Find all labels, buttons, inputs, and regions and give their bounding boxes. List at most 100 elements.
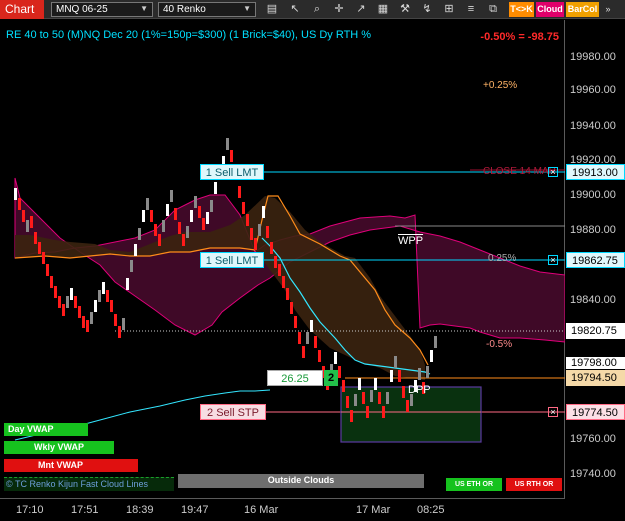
renko-brick	[146, 198, 149, 210]
chevron-down-icon: ▼	[243, 4, 251, 13]
wpp-label: WPP	[398, 235, 424, 247]
chart-title: RE 40 to 50 (M)NQ Dec 20 (1%=150p=$300) …	[6, 29, 372, 41]
cancel-sell-lmt-2-icon[interactable]: ×	[548, 255, 558, 265]
renko-brick	[70, 288, 73, 300]
time-axis[interactable]: 17:10 17:51 18:39 19:47 16 Mar 17 Mar 08…	[0, 498, 565, 521]
price-tick: 19840.00	[570, 294, 616, 306]
sell-lmt-1-order[interactable]: 1 Sell LMT	[200, 164, 264, 180]
data-box-icon[interactable]: ▦	[375, 2, 391, 17]
toolbar-overflow-button[interactable]: »	[601, 2, 615, 17]
renko-brick	[306, 332, 309, 344]
time-tick: 17:10	[16, 504, 44, 516]
renko-brick	[278, 264, 281, 276]
us-eth-or-label[interactable]: US ETH OR	[446, 478, 502, 491]
renko-brick	[210, 200, 213, 212]
dpp-label: DPP	[408, 384, 431, 396]
renko-brick	[266, 226, 269, 238]
chart-trader-icon[interactable]: ↯	[419, 2, 435, 17]
renko-brick	[398, 370, 401, 382]
day-vwap-label[interactable]: Day VWAP	[4, 423, 88, 436]
renko-brick	[378, 392, 381, 404]
renko-brick	[26, 220, 29, 232]
renko-brick	[154, 224, 157, 236]
bar-type-icon[interactable]: ▤	[264, 2, 280, 17]
renko-brick	[374, 378, 377, 390]
renko-brick	[54, 286, 57, 298]
renko-brick	[354, 394, 357, 406]
sell-stp-order[interactable]: 2 Sell STP	[200, 404, 266, 420]
price-tag-hidden: 19798.00	[566, 357, 625, 369]
renko-brick	[110, 300, 113, 312]
time-tick: 18:39	[126, 504, 154, 516]
renko-brick	[394, 356, 397, 368]
renko-brick	[258, 224, 261, 236]
tk-toggle-button[interactable]: T<>K	[509, 2, 534, 17]
outside-clouds-label[interactable]: Outside Clouds	[178, 474, 424, 488]
renko-brick	[42, 252, 45, 264]
time-tick: 08:25	[417, 504, 445, 516]
renko-brick	[50, 276, 53, 288]
renko-brick	[346, 396, 349, 408]
sell-lmt-2-order[interactable]: 1 Sell LMT	[200, 252, 264, 268]
renko-brick	[114, 314, 117, 326]
renko-brick	[246, 214, 249, 226]
renko-brick	[158, 234, 161, 246]
renko-brick	[78, 306, 81, 318]
price-tick: 19740.00	[570, 468, 616, 480]
strategies-icon[interactable]: ⚒	[397, 2, 413, 17]
renko-brick	[362, 392, 365, 404]
price-axis[interactable]: 19980.00 19960.00 19940.00 19920.00 1990…	[566, 20, 625, 498]
drawing-tool-icon[interactable]: ↗	[353, 2, 369, 17]
chevron-down-icon: ▼	[140, 4, 148, 13]
indicators-icon[interactable]: ⧉	[485, 2, 501, 17]
time-tick: 19:47	[181, 504, 209, 516]
renko-brick	[402, 386, 405, 398]
position-pnl[interactable]: 26.25	[267, 370, 323, 386]
cancel-sell-stp-icon[interactable]: ×	[548, 407, 558, 417]
zoom-icon[interactable]: ⌕	[309, 2, 325, 17]
properties-icon[interactable]: ≡	[463, 2, 479, 17]
period-select[interactable]: 40 Renko ▼	[158, 2, 256, 17]
chart-menu-button[interactable]: Chart	[0, 0, 44, 19]
templates-icon[interactable]: ⊞	[441, 2, 457, 17]
renko-brick	[130, 260, 133, 272]
renko-brick	[366, 406, 369, 418]
wkly-vwap-label[interactable]: Wkly VWAP	[4, 441, 114, 454]
us-rth-or-label[interactable]: US RTH OR	[506, 478, 562, 491]
renko-brick	[318, 350, 321, 362]
barcol-toggle-button[interactable]: BarCol	[566, 2, 599, 17]
pct-top-label: +0.25%	[483, 80, 518, 91]
renko-brick	[62, 304, 65, 316]
toolbar: Chart MNQ 06-25 ▼ 40 Renko ▼ ▤ ↖ ⌕ ✛ ↗ ▦…	[0, 0, 625, 19]
renko-brick	[226, 138, 229, 150]
renko-brick	[170, 190, 173, 202]
account-pnl: -0.50% = -98.75	[480, 31, 559, 43]
renko-brick	[34, 232, 37, 244]
renko-brick	[230, 150, 233, 162]
mnt-vwap-label[interactable]: Mnt VWAP	[4, 459, 138, 472]
cancel-sell-lmt-1-icon[interactable]: ×	[548, 167, 558, 177]
pct-low-label: -0.5%	[486, 339, 513, 350]
renko-brick	[238, 186, 241, 198]
cloud-toggle-button[interactable]: Cloud	[536, 2, 564, 17]
renko-brick	[390, 370, 393, 382]
renko-brick	[350, 410, 353, 422]
instrument-select[interactable]: MNQ 06-25 ▼	[51, 2, 153, 17]
price-tag-sell-stp: 19774.50	[566, 404, 625, 420]
pointer-icon[interactable]: ↖	[287, 2, 303, 17]
position-qty[interactable]: 2	[324, 370, 338, 386]
renko-brick	[182, 234, 185, 246]
renko-brick	[282, 276, 285, 288]
pan-icon[interactable]: ✛	[331, 2, 347, 17]
renko-brick	[214, 182, 217, 194]
renko-brick	[58, 296, 61, 308]
pct-mid-label: 0.25%	[488, 253, 517, 264]
renko-brick	[194, 196, 197, 208]
renko-brick	[426, 366, 429, 378]
period-select-value: 40 Renko	[163, 4, 206, 15]
renko-brick	[242, 202, 245, 214]
price-tag-current: 19820.75	[566, 323, 625, 339]
price-tag-sell-lmt-2: 19862.75	[566, 252, 625, 268]
renko-brick	[22, 210, 25, 222]
renko-brick	[162, 220, 165, 232]
